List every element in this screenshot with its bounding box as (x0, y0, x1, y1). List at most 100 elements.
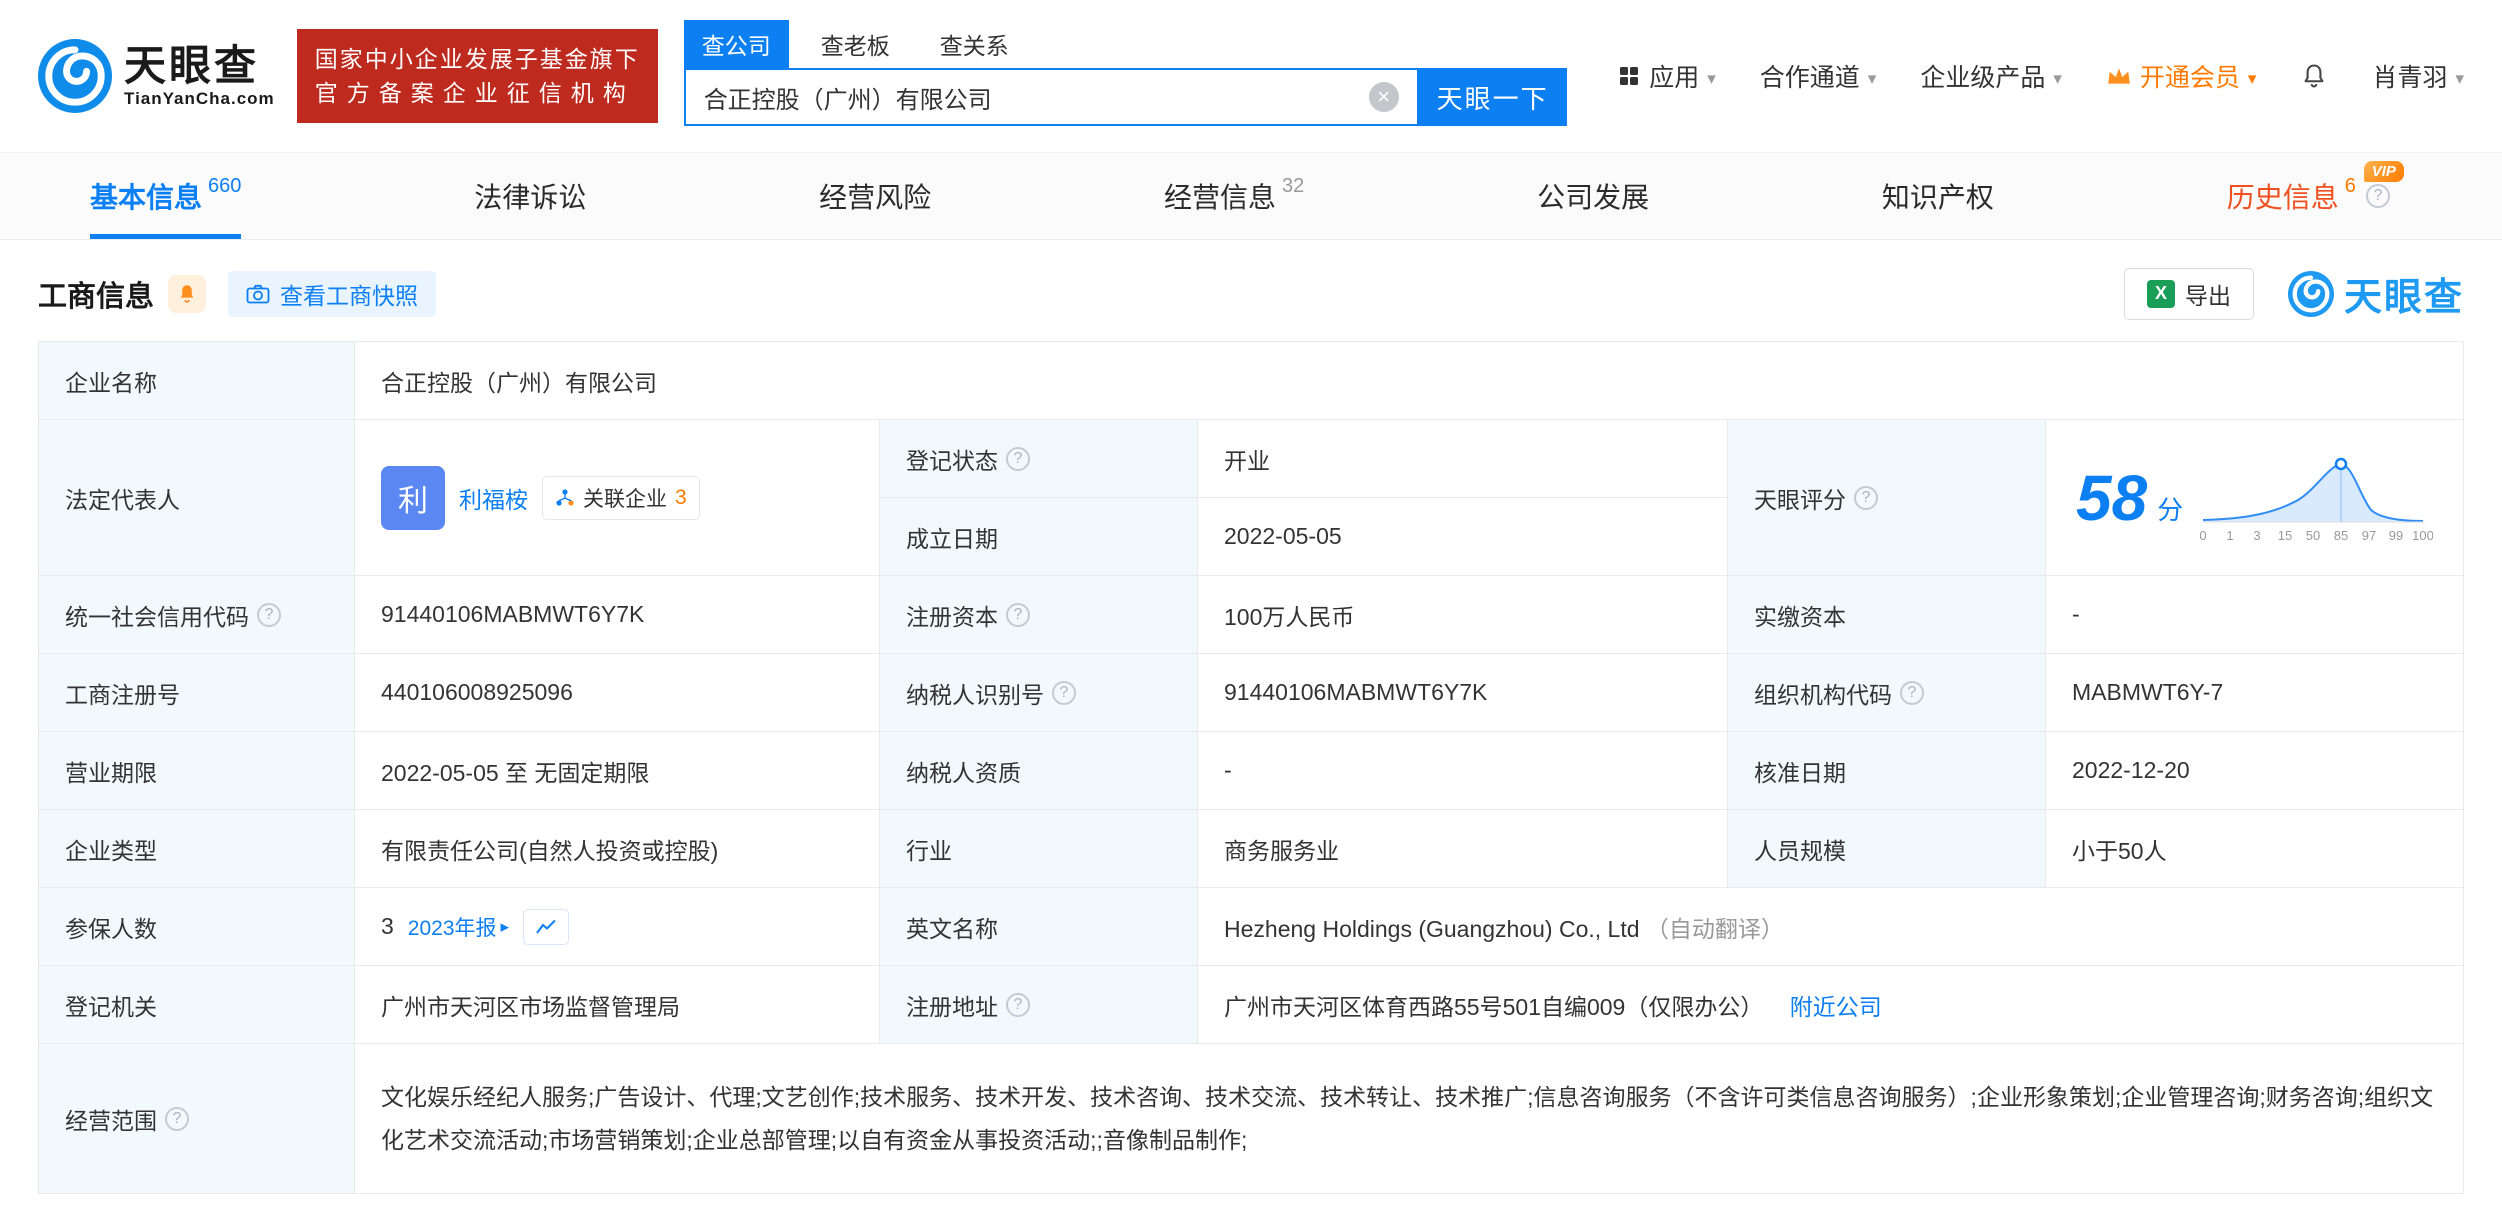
annual-report-link[interactable]: 2023年报 (408, 912, 509, 942)
taxpayer-quality-value: - (1197, 731, 1728, 810)
chevron-down-icon (1707, 62, 1716, 91)
table-row: 统一社会信用代码 91440106MABMWT6Y7K 注册资本 100万人民币… (38, 575, 2464, 654)
legal-rep-avatar: 利 (381, 465, 445, 530)
search-tab-relation[interactable]: 查关系 (922, 20, 1027, 68)
nearby-companies-link[interactable]: 附近公司 (1790, 994, 1882, 1020)
taxpayer-no-value: 91440106MABMWT6Y7K (1197, 653, 1728, 732)
tab-ip-label: 知识产权 (1881, 182, 1994, 213)
vip-badge: VIP (2363, 161, 2404, 182)
est-date-label: 成立日期 (879, 497, 1198, 576)
nav-enterprise-label: 企业级产品 (1920, 64, 2046, 92)
view-business-snapshot-button[interactable]: 查看工商快照 (228, 270, 437, 317)
search-button[interactable]: 天眼一下 (1418, 68, 1567, 126)
chevron-down-icon (2248, 62, 2257, 91)
help-icon[interactable] (2365, 184, 2390, 208)
related-companies-tag[interactable]: 关联企业 3 (542, 475, 700, 520)
gov-badge-line2: 官方备案企业征信机构 (314, 80, 635, 106)
help-icon[interactable] (1006, 602, 1030, 627)
reg-status-label: 登记状态 (906, 447, 998, 474)
nav-open-vip[interactable]: 开通会员 (2106, 58, 2257, 94)
address-cell: 广州市天河区体育西路55号501自编009（仅限办公） 附近公司 (1197, 965, 2464, 1044)
tab-legal-proceedings[interactable]: 法律诉讼 (474, 153, 586, 239)
tab-operating-risk[interactable]: 经营风险 (819, 153, 931, 239)
clear-search-icon[interactable] (1368, 82, 1399, 112)
svg-text:99: 99 (2389, 528, 2403, 543)
search-row: 合正控股（广州）有限公司 天眼一下 (683, 68, 1567, 126)
logo-subtitle: TianYanCha.com (124, 89, 275, 109)
table-row: 工商注册号 440106008925096 纳税人识别号 91440106MAB… (38, 653, 2464, 732)
search-tab-company[interactable]: 查公司 (683, 20, 789, 68)
scope-label-cell: 经营范围 (38, 1043, 355, 1194)
staff-size-label: 人员规模 (1727, 809, 2046, 888)
nav-partner[interactable]: 合作通道 (1760, 58, 1877, 94)
gov-badge-line1: 国家中小企业发展子基金旗下 (314, 46, 640, 72)
tab-history-info[interactable]: VIP 历史信息 6 (2227, 153, 2404, 239)
reg-no-value: 440106008925096 (354, 653, 880, 732)
score-label: 天眼评分 (1754, 486, 1846, 513)
excel-icon (2146, 279, 2175, 308)
svg-text:85: 85 (2334, 528, 2348, 543)
watermark-text: 天眼查 (2343, 277, 2464, 319)
help-icon[interactable] (1006, 446, 1030, 471)
tab-legal-label: 法律诉讼 (474, 182, 587, 213)
toolbar-right: 导出 天眼查 (2123, 266, 2464, 321)
reg-status-value: 开业 (1197, 419, 1728, 498)
help-icon[interactable] (1006, 992, 1030, 1017)
company-type-value: 有限责任公司(自然人投资或控股) (354, 809, 880, 888)
tab-operating-info[interactable]: 经营信息 32 (1164, 153, 1304, 239)
term-value: 2022-05-05 至 无固定期限 (354, 731, 880, 810)
nav-enterprise-products[interactable]: 企业级产品 (1920, 58, 2062, 94)
insured-cell: 3 2023年报 (354, 887, 880, 966)
nav-notifications[interactable] (2300, 62, 2328, 90)
help-icon[interactable] (1854, 485, 1878, 510)
company-type-label: 企业类型 (38, 809, 355, 888)
chevron-down-icon (2053, 62, 2062, 91)
business-info-table-wrap: 企业名称 合正控股（广州）有限公司 法定代表人 利 利福桉 关联企业 3 登记状… (0, 341, 2502, 1194)
approval-date-label: 核准日期 (1727, 731, 2046, 810)
term-label: 营业期限 (38, 731, 355, 810)
export-button[interactable]: 导出 (2123, 267, 2254, 320)
tab-company-development[interactable]: 公司发展 (1537, 153, 1649, 239)
reg-no-label: 工商注册号 (38, 653, 355, 732)
industry-value: 商务服务业 (1197, 809, 1728, 888)
svg-text:50: 50 (2306, 528, 2320, 543)
help-icon[interactable] (1052, 680, 1076, 705)
english-name-note: （自动翻译） (1645, 915, 1784, 942)
search-input[interactable]: 合正控股（广州）有限公司 (683, 68, 1419, 126)
nav-user-account[interactable]: 肖青羽 (2372, 58, 2464, 94)
apps-grid-icon (1620, 67, 1639, 85)
legal-rep-link[interactable]: 利福桉 (459, 481, 528, 515)
related-companies-label: 关联企业 (583, 487, 667, 511)
tab-intellectual-property[interactable]: 知识产权 (1882, 153, 1994, 239)
company-detail-tabs: 基本信息 660 法律诉讼 经营风险 经营信息 32 公司发展 知识产权 VIP… (0, 152, 2502, 240)
tianyancha-logo[interactable]: 天眼查 TianYanCha.com (38, 39, 275, 113)
help-icon[interactable] (1900, 680, 1924, 705)
monitor-bell-button[interactable] (168, 274, 207, 313)
help-icon[interactable] (165, 1106, 189, 1131)
table-row: 经营范围 文化娱乐经纪人服务;广告设计、代理;文艺创作;技术服务、技术开发、技术… (38, 1043, 2464, 1194)
help-icon[interactable] (257, 602, 281, 627)
top-header: 天眼查 TianYanCha.com 国家中小企业发展子基金旗下 官方备案企业征… (0, 0, 2502, 152)
line-chart-icon (536, 919, 556, 934)
table-row: 企业名称 合正控股（广州）有限公司 (38, 341, 2464, 420)
est-date-value: 2022-05-05 (1197, 497, 1728, 576)
search-tab-boss[interactable]: 查老板 (803, 20, 908, 68)
tianyancha-logo-icon (2287, 270, 2334, 317)
svg-text:15: 15 (2278, 528, 2292, 543)
nav-vip-label: 开通会员 (2139, 64, 2240, 92)
insured-trend-button[interactable] (523, 908, 570, 945)
credit-code-value: 91440106MABMWT6Y7K (354, 575, 880, 654)
score-value: 58 (2076, 461, 2148, 534)
business-info-table: 企业名称 合正控股（广州）有限公司 法定代表人 利 利福桉 关联企业 3 登记状… (38, 341, 2464, 1194)
bell-icon (180, 284, 194, 303)
legal-rep-label: 法定代表人 (38, 419, 355, 576)
tab-basic-info[interactable]: 基本信息 660 (90, 153, 242, 239)
paid-capital-value: - (2045, 575, 2464, 654)
score-label-cell: 天眼评分 (1727, 419, 2046, 576)
taxpayer-no-label-cell: 纳税人识别号 (879, 653, 1198, 732)
paid-capital-label: 实缴资本 (1727, 575, 2046, 654)
authority-value: 广州市天河区市场监督管理局 (354, 965, 880, 1044)
business-info-toolbar: 工商信息 查看工商快照 导出 天眼查 (0, 240, 2502, 341)
tianyancha-watermark: 天眼查 (2287, 266, 2464, 321)
nav-apps[interactable]: 应用 (1617, 58, 1716, 94)
